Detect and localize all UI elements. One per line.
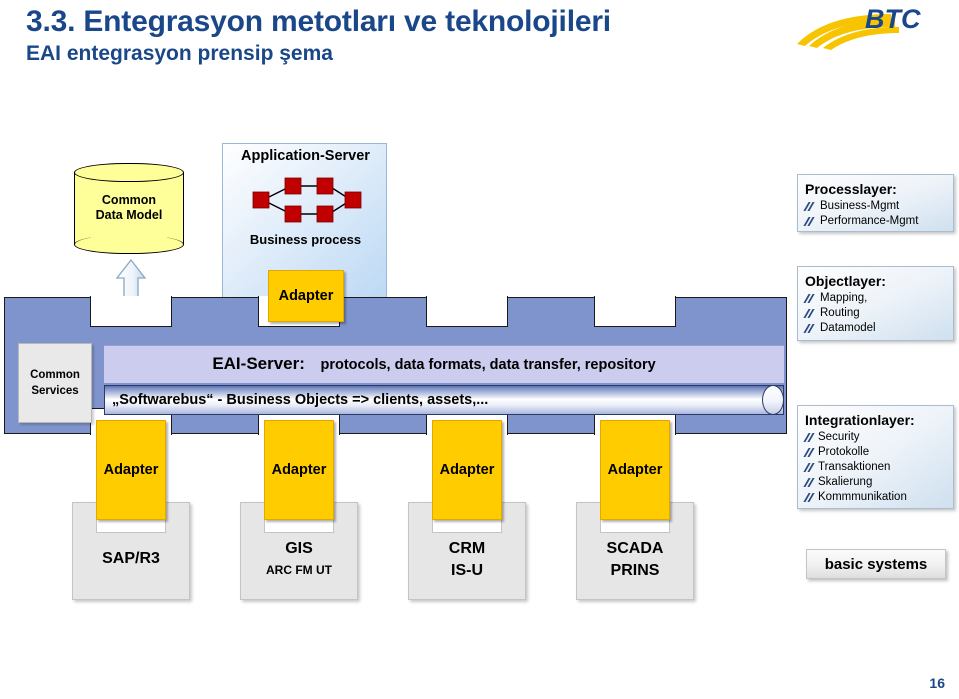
list-item-label: Skalierung	[818, 476, 873, 488]
list-item-label: Protokolle	[818, 446, 870, 458]
list-item-label: Transaktionen	[818, 461, 891, 473]
cylinder-bottom-ellipse	[74, 236, 184, 254]
list-item: Mapping,	[803, 291, 946, 306]
panel-top-notch	[594, 296, 676, 327]
base-system-name: GIS	[285, 540, 313, 557]
common-services-line1: Common	[30, 369, 80, 381]
cylinder-label-line1: Common	[101, 193, 157, 207]
processlayer-list: Business-Mgmt Performance-Mgmt	[803, 199, 946, 229]
list-item: Routing	[803, 306, 946, 321]
slash-bullet-icon	[803, 448, 816, 457]
adapter-sap: Adapter	[96, 420, 166, 520]
eai-server-label: EAI-Server:	[212, 354, 305, 373]
btc-logo-icon: BTC	[797, 4, 921, 50]
application-server-title: Application-Server	[241, 148, 370, 164]
business-process-caption: Business process	[249, 232, 362, 247]
processlayer-title: Processlayer:	[805, 181, 897, 197]
list-item: Datamodel	[803, 321, 946, 336]
eai-server-band: EAI-Server: protocols, data formats, dat…	[104, 345, 784, 383]
cylinder-label: Common Data Model	[74, 193, 184, 223]
cylinder-top-ellipse	[74, 163, 184, 182]
slash-bullet-icon	[803, 463, 816, 472]
list-item: Performance-Mgmt	[803, 214, 946, 229]
eai-server-band-text: EAI-Server: protocols, data formats, dat…	[104, 354, 764, 374]
list-item-label: Performance-Mgmt	[820, 215, 919, 227]
adapter-scada: Adapter	[600, 420, 670, 520]
objectlayer-list: Mapping, Routing Datamodel	[803, 291, 946, 336]
integrationlayer-box: Integrationlayer: Security Protokolle Tr…	[797, 405, 954, 509]
list-item: Security	[803, 430, 946, 445]
list-item-label: Routing	[820, 307, 860, 319]
slash-bullet-icon	[803, 202, 816, 211]
panel-top-notch	[90, 296, 172, 327]
cylinder-label-line2: Data Model	[95, 208, 163, 222]
list-item-label: Datamodel	[820, 322, 876, 334]
page-subtitle: EAI entegrasyon prensip şema	[26, 42, 333, 65]
slash-bullet-icon	[803, 433, 816, 442]
common-services-line2: Services	[31, 385, 79, 397]
page-number: 16	[929, 675, 945, 691]
list-item-label: Mapping,	[820, 292, 868, 304]
adapter-crm: Adapter	[432, 420, 502, 520]
slide-title-block: 3.3. Entegrasyon metotları ve teknolojil…	[26, 4, 766, 67]
btc-logo-text: BTC	[865, 4, 921, 34]
slash-bullet-icon	[803, 478, 816, 487]
adapter-application-server: Adapter	[268, 270, 344, 322]
slide-canvas: 3.3. Entegrasyon metotları ve teknolojil…	[0, 0, 959, 699]
common-services-box: Common Services	[18, 343, 92, 423]
objectlayer-title: Objectlayer:	[805, 273, 886, 289]
page-title: 3.3. Entegrasyon metotları ve teknolojil…	[26, 5, 611, 38]
list-item: Business-Mgmt	[803, 199, 946, 214]
panel-top-notch	[426, 296, 508, 327]
slash-bullet-icon	[803, 309, 816, 318]
list-item-label: Security	[818, 431, 860, 443]
list-item-label: Business-Mgmt	[820, 200, 900, 212]
base-system-name: CRM	[448, 540, 486, 557]
list-item-label: Kommmunikation	[818, 491, 907, 503]
objectlayer-box: Objectlayer: Mapping, Routing Datamodel	[797, 266, 954, 341]
base-system-labels: SCADA PRINS	[576, 538, 694, 582]
list-item: Protokolle	[803, 445, 946, 460]
list-item: Skalierung	[803, 475, 946, 490]
common-data-model-cylinder: Common Data Model	[74, 163, 186, 255]
btc-logo: BTC	[795, 2, 955, 54]
adapter-gis: Adapter	[264, 420, 334, 520]
base-system-labels: SAP/R3	[72, 548, 190, 570]
base-system-labels: GIS ARC FM UT	[240, 538, 358, 580]
slash-bullet-icon	[803, 294, 816, 303]
processlayer-box: Processlayer: Business-Mgmt Performance-…	[797, 174, 954, 232]
business-process-graph-icon	[241, 174, 371, 226]
eai-server-detail: protocols, data formats, data transfer, …	[320, 357, 656, 373]
list-item: Transaktionen	[803, 460, 946, 475]
softwarebus-label: „Softwarebus“ - Business Objects => clie…	[112, 392, 489, 408]
slash-bullet-icon	[803, 217, 816, 226]
base-system-detail: PRINS	[610, 562, 660, 579]
integrationlayer-title: Integrationlayer:	[805, 412, 915, 428]
list-item: Kommmunikation	[803, 490, 946, 505]
base-system-detail: IS-U	[451, 562, 483, 579]
slash-bullet-icon	[803, 324, 816, 333]
base-system-name: SCADA	[606, 540, 664, 557]
basic-systems-box: basic systems	[806, 549, 946, 579]
softwarebus-end-cap	[762, 385, 784, 415]
base-system-labels: CRM IS-U	[408, 538, 526, 582]
integrationlayer-list: Security Protokolle Transaktionen Skalie…	[803, 430, 946, 505]
base-system-name: SAP/R3	[102, 550, 160, 567]
slash-bullet-icon	[803, 493, 816, 502]
base-system-detail: ARC FM UT	[266, 563, 332, 577]
